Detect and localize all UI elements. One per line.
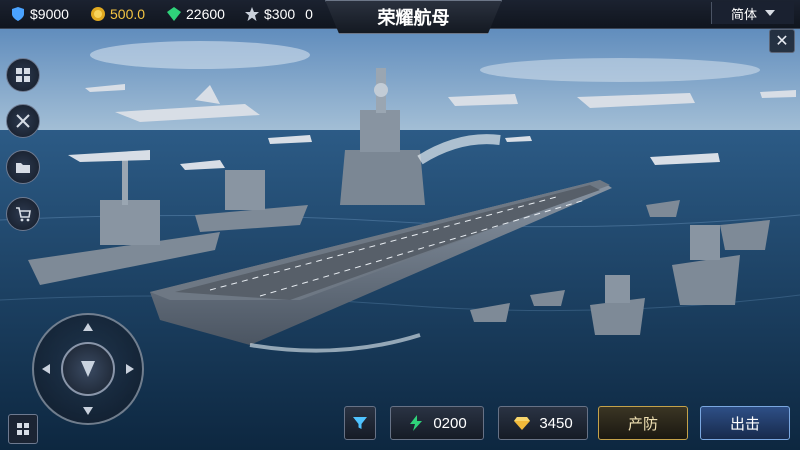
- menu-shop-button[interactable]: [6, 197, 40, 231]
- arrow-up-icon: [83, 323, 93, 331]
- gems-value: 22600: [186, 6, 225, 22]
- page-title: 荣耀航母: [325, 0, 502, 34]
- crossed-swords-icon: [16, 114, 30, 128]
- resource-gems[interactable]: 22600: [166, 4, 225, 24]
- defense-button[interactable]: 产防: [598, 406, 688, 440]
- shield-dollar-icon: [12, 7, 24, 21]
- grid-icon: [17, 423, 29, 435]
- language-label: 简体: [730, 7, 757, 23]
- quick-menu-button[interactable]: [8, 414, 38, 444]
- joystick-knob[interactable]: [61, 342, 115, 396]
- close-icon: ✕: [775, 33, 789, 50]
- star-icon: [245, 7, 259, 21]
- gold-value: 500.0: [110, 6, 146, 22]
- arrow-left-icon: [42, 364, 50, 374]
- gem-counter[interactable]: 3450: [498, 406, 588, 440]
- folder-icon: [16, 163, 30, 173]
- ship-bow-icon: [81, 361, 95, 377]
- gold-diamond-icon: [514, 417, 531, 430]
- menu-files-button[interactable]: [6, 150, 40, 184]
- defense-label: 产防: [627, 414, 658, 433]
- green-gem-icon: [167, 7, 181, 21]
- menu-layout-button[interactable]: [6, 58, 40, 92]
- battle-button[interactable]: 出击: [700, 406, 790, 440]
- gems-count: 3450: [539, 414, 573, 432]
- cash-value: $9000: [30, 6, 69, 22]
- energy-counter[interactable]: 0200: [390, 406, 484, 440]
- star-extra-value: 0: [305, 6, 313, 22]
- gold-coin-icon: [91, 7, 105, 21]
- resource-cash[interactable]: $9000: [10, 4, 69, 24]
- filter-button[interactable]: [344, 406, 376, 440]
- menu-battle-button[interactable]: [6, 104, 40, 138]
- energy-value: 0200: [433, 414, 467, 432]
- layout-grid-icon: [16, 68, 30, 82]
- language-selector[interactable]: 简体: [711, 2, 794, 24]
- star-value: $300: [264, 6, 296, 22]
- arrow-right-icon: [126, 364, 134, 374]
- movement-joystick[interactable]: [32, 313, 144, 425]
- resource-gold[interactable]: 500.0: [90, 4, 145, 24]
- chevron-down-icon: [765, 10, 775, 16]
- resource-star[interactable]: $300 0: [244, 4, 313, 24]
- shop-cart-icon: [16, 207, 31, 222]
- arrow-down-icon: [83, 407, 93, 415]
- filter-icon: [353, 417, 367, 429]
- battle-label: 出击: [729, 414, 760, 433]
- lightning-icon: [410, 415, 423, 431]
- close-button[interactable]: ✕: [769, 29, 795, 53]
